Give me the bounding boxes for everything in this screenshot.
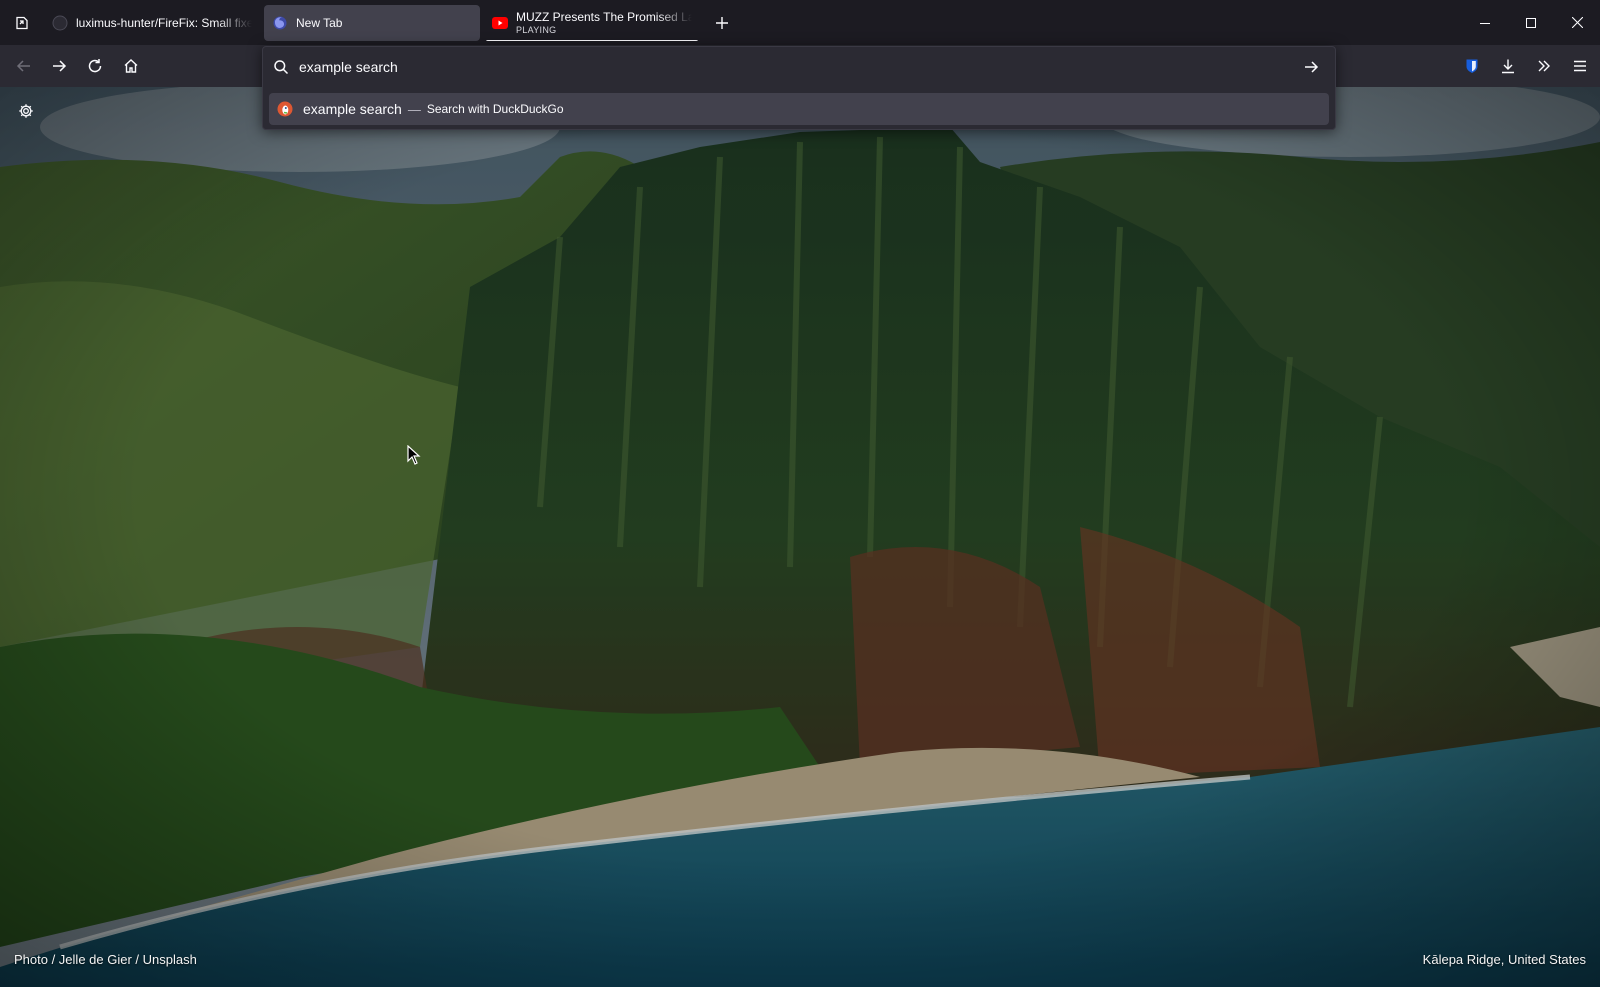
- minimize-button[interactable]: [1462, 0, 1508, 45]
- youtube-icon: [492, 15, 508, 31]
- duckduckgo-icon: [277, 101, 293, 117]
- background-photo: [0, 87, 1600, 987]
- suggestion-action: Search with DuckDuckGo: [426, 102, 564, 116]
- arrow-right-icon: [1305, 61, 1319, 73]
- tab-playing-label: PLAYING: [516, 25, 557, 35]
- bitwarden-extension-button[interactable]: [1456, 50, 1488, 82]
- firefox-view-button[interactable]: [0, 0, 44, 45]
- window-controls: [1462, 0, 1600, 45]
- forward-button[interactable]: [43, 50, 75, 82]
- forward-icon: [53, 60, 67, 72]
- firefox-icon: [272, 15, 288, 31]
- bitwarden-icon: [1466, 59, 1478, 73]
- firefox-view-icon: [16, 16, 28, 29]
- menu-icon: [1574, 60, 1586, 72]
- photo-credit[interactable]: Photo / Jelle de Gier / Unsplash: [14, 952, 197, 967]
- back-icon: [16, 60, 30, 72]
- home-button[interactable]: [115, 50, 147, 82]
- app-menu-button[interactable]: [1564, 50, 1596, 82]
- tab-new-tab[interactable]: New Tab: [264, 4, 480, 41]
- address-bar-popup: example search — Search with DuckDuckGo: [262, 46, 1336, 130]
- overflow-icon: [1538, 60, 1550, 72]
- suggestion-separator: —: [407, 101, 421, 117]
- personalize-settings-button[interactable]: [12, 97, 40, 125]
- reload-icon: [88, 59, 102, 73]
- minimize-icon: [1480, 22, 1490, 24]
- plus-icon: [716, 16, 728, 29]
- new-tab-page: Photo / Jelle de Gier / Unsplash Kālepa …: [0, 87, 1600, 987]
- reload-button[interactable]: [79, 50, 111, 82]
- tab-title: luximus-hunter/FireFix: Small fixe: [76, 15, 252, 30]
- download-icon: [1502, 59, 1514, 74]
- tab-strip: luximus-hunter/FireFix: Small fixe New T…: [0, 0, 1600, 45]
- back-button[interactable]: [8, 50, 40, 82]
- tab-title: New Tab: [296, 15, 343, 30]
- maximize-button[interactable]: [1508, 0, 1554, 45]
- new-tab-button[interactable]: [706, 7, 738, 39]
- mouse-cursor-icon: [407, 445, 421, 465]
- tab-github[interactable]: luximus-hunter/FireFix: Small fixe: [44, 5, 260, 41]
- downloads-button[interactable]: [1492, 50, 1524, 82]
- home-icon: [124, 59, 138, 73]
- close-icon: [1571, 17, 1583, 28]
- maximize-icon: [1526, 17, 1536, 28]
- search-icon: [274, 60, 289, 75]
- photo-location[interactable]: Kālepa Ridge, United States: [1423, 952, 1586, 967]
- suggestion-query: example search: [303, 101, 402, 117]
- tab-youtube[interactable]: MUZZ Presents The Promised La PLAYING: [484, 5, 700, 41]
- tab-title: MUZZ Presents The Promised La: [516, 10, 692, 24]
- close-window-button[interactable]: [1554, 0, 1600, 45]
- github-icon: [52, 15, 68, 31]
- address-input[interactable]: [299, 59, 1297, 75]
- search-suggestion-row[interactable]: example search — Search with DuckDuckGo: [269, 93, 1329, 125]
- go-button[interactable]: [1297, 53, 1325, 81]
- gear-icon: [19, 104, 33, 118]
- overflow-menu-button[interactable]: [1528, 50, 1560, 82]
